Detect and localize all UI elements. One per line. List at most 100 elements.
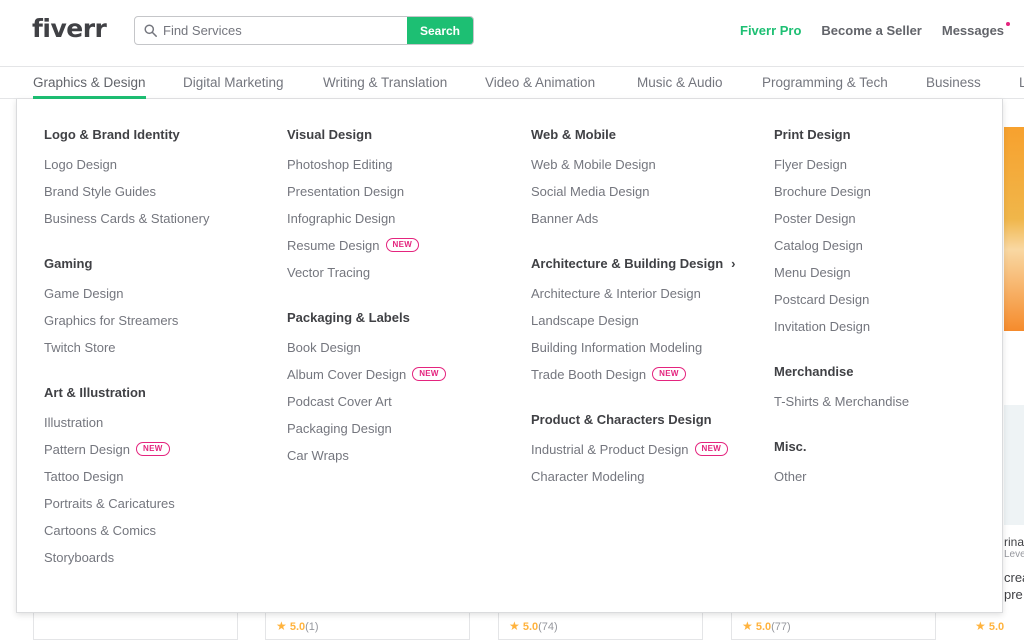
menu-link-cartoons-and-comics[interactable]: Cartoons & Comics (44, 521, 274, 548)
menu-link-portraits-and-caricatures[interactable]: Portraits & Caricatures (44, 494, 274, 521)
menu-link-label: Infographic Design (287, 211, 396, 226)
menu-group-gaming: Gaming Game Design Graphics for Streamers T… (44, 254, 274, 365)
search-button[interactable]: Search (407, 17, 473, 44)
menu-link-label: Presentation Design (287, 184, 405, 199)
chevron-right-icon: › (731, 256, 736, 271)
menu-link-label: Menu Design (774, 265, 851, 280)
group-title-label: Logo & Brand Identity (44, 127, 180, 142)
menu-link-game-design[interactable]: Game Design (44, 284, 274, 311)
menu-group-title[interactable]: Architecture & Building Design › (531, 254, 761, 274)
menu-link-menu-design[interactable]: Menu Design (774, 263, 1004, 290)
tab-business[interactable]: Business (926, 75, 981, 90)
menu-link-pattern-design[interactable]: Pattern Design NEW (44, 440, 274, 467)
gig-thumbnail-partial[interactable] (1004, 127, 1024, 331)
menu-link-list: Industrial & Product Design NEW Character … (531, 440, 761, 494)
menu-link-label: Flyer Design (774, 157, 847, 172)
seller-name-partial: rina (1004, 535, 1024, 549)
menu-link-graphics-for-streamers[interactable]: Graphics for Streamers (44, 311, 274, 338)
tab-digital-marketing[interactable]: Digital Marketing (183, 75, 284, 90)
menu-group-packaging-and-labels: Packaging & Labels Book Design Album Cover… (287, 308, 517, 473)
fiverr-logo[interactable]: fiverr (32, 14, 107, 43)
menu-link-architecture-and-interior-design[interactable]: Architecture & Interior Design (531, 284, 761, 311)
menu-link-catalog-design[interactable]: Catalog Design (774, 236, 1004, 263)
menu-link-banner-ads[interactable]: Banner Ads (531, 209, 761, 236)
menu-link-photoshop-editing[interactable]: Photoshop Editing (287, 155, 517, 182)
group-title-label: Architecture & Building Design (531, 256, 724, 271)
group-title-label: Product & Characters Design (531, 412, 712, 427)
menu-group-title: Packaging & Labels (287, 308, 517, 328)
menu-link-label: Car Wraps (287, 448, 349, 463)
menu-link-other[interactable]: Other (774, 467, 1004, 494)
menu-group-misc: Misc. Other (774, 437, 1004, 494)
menu-link-poster-design[interactable]: Poster Design (774, 209, 1004, 236)
menu-link-packaging-design[interactable]: Packaging Design (287, 419, 517, 446)
tab-video-animation[interactable]: Video & Animation (485, 75, 595, 90)
menu-link-character-modeling[interactable]: Character Modeling (531, 467, 761, 494)
fiverr-pro-link[interactable]: Fiverr Pro (740, 23, 801, 38)
gig-thumbnail-partial-2[interactable] (1004, 405, 1024, 525)
gig-title-partial: crea (1004, 570, 1024, 585)
menu-link-storyboards[interactable]: Storyboards (44, 548, 274, 575)
menu-link-label: Social Media Design (531, 184, 650, 199)
gig-rating: ★ 5.0(77) (742, 619, 791, 633)
menu-link-landscape-design[interactable]: Landscape Design (531, 311, 761, 338)
menu-link-podcast-cover-art[interactable]: Podcast Cover Art (287, 392, 517, 419)
menu-link-twitch-store[interactable]: Twitch Store (44, 338, 274, 365)
menu-link-brand-style-guides[interactable]: Brand Style Guides (44, 182, 274, 209)
menu-link-label: Character Modeling (531, 469, 645, 484)
menu-link-label: Album Cover Design (287, 367, 407, 382)
menu-link-infographic-design[interactable]: Infographic Design (287, 209, 517, 236)
menu-link-album-cover-design[interactable]: Album Cover Design NEW (287, 365, 517, 392)
rating-count: (77) (771, 621, 791, 633)
menu-link-illustration[interactable]: Illustration (44, 413, 274, 440)
menu-link-label: Portraits & Caricatures (44, 496, 175, 511)
menu-link-social-media-design[interactable]: Social Media Design (531, 182, 761, 209)
menu-group-architecture-and-building-design: Architecture & Building Design › Architect… (531, 254, 761, 392)
menu-link-building-information-modeling[interactable]: Building Information Modeling (531, 338, 761, 365)
menu-link-list: Game Design Graphics for Streamers Twitch … (44, 284, 274, 365)
become-seller-link[interactable]: Become a Seller (821, 23, 921, 38)
menu-group-title: Misc. (774, 437, 1004, 457)
tab-writing-translation[interactable]: Writing & Translation (323, 75, 447, 90)
menu-link-vector-tracing[interactable]: Vector Tracing (287, 263, 517, 290)
menu-link-brochure-design[interactable]: Brochure Design (774, 182, 1004, 209)
menu-link-business-cards-and-stationery[interactable]: Business Cards & Stationery (44, 209, 274, 236)
gig-rating: ★ 5.0(1) (276, 619, 319, 633)
messages-link[interactable]: Messages (942, 22, 1011, 38)
menu-link-tattoo-design[interactable]: Tattoo Design (44, 467, 274, 494)
menu-link-flyer-design[interactable]: Flyer Design (774, 155, 1004, 182)
menu-link-label: Graphics for Streamers (44, 313, 179, 328)
menu-group-title: Product & Characters Design (531, 410, 761, 430)
menu-link-resume-design[interactable]: Resume Design NEW (287, 236, 517, 263)
menu-link-label: Other (774, 469, 807, 484)
tab-programming-tech[interactable]: Programming & Tech (762, 75, 888, 90)
menu-link-label: Building Information Modeling (531, 340, 703, 355)
tab-lifestyle-partial[interactable]: L (1019, 75, 1024, 90)
rating-value: 5.0 (988, 621, 1005, 633)
menu-link-label: Game Design (44, 286, 124, 301)
menu-link-postcard-design[interactable]: Postcard Design (774, 290, 1004, 317)
menu-link-trade-booth-design[interactable]: Trade Booth Design NEW (531, 365, 761, 392)
menu-group-merchandise: Merchandise T-Shirts & Merchandise (774, 362, 1004, 419)
rating-count: (74) (538, 621, 558, 633)
menu-link-presentation-design[interactable]: Presentation Design (287, 182, 517, 209)
tab-graphics-design[interactable]: Graphics & Design (33, 75, 146, 99)
menu-link-car-wraps[interactable]: Car Wraps (287, 446, 517, 473)
menu-group-print-design: Print Design Flyer Design Brochure Design P… (774, 125, 1004, 344)
search-icon (135, 17, 159, 44)
menu-link-label: Postcard Design (774, 292, 870, 307)
menu-link-t-shirts-and-merchandise[interactable]: T-Shirts & Merchandise (774, 392, 1004, 419)
menu-link-label: Landscape Design (531, 313, 639, 328)
menu-link-web-and-mobile-design[interactable]: Web & Mobile Design (531, 155, 761, 182)
menu-link-book-design[interactable]: Book Design (287, 338, 517, 365)
menu-group-visual-design: Visual Design Photoshop Editing Presentati… (287, 125, 517, 290)
menu-link-industrial-and-product-design[interactable]: Industrial & Product Design NEW (531, 440, 761, 467)
search-input[interactable] (159, 17, 407, 44)
menu-group-title: Visual Design (287, 125, 517, 145)
menu-link-invitation-design[interactable]: Invitation Design (774, 317, 1004, 344)
new-badge: NEW (652, 367, 686, 381)
tab-music-audio[interactable]: Music & Audio (637, 75, 723, 90)
menu-link-logo-design[interactable]: Logo Design (44, 155, 274, 182)
unread-dot (1006, 22, 1011, 26)
menu-column-2: Visual Design Photoshop Editing Presentati… (287, 125, 517, 491)
